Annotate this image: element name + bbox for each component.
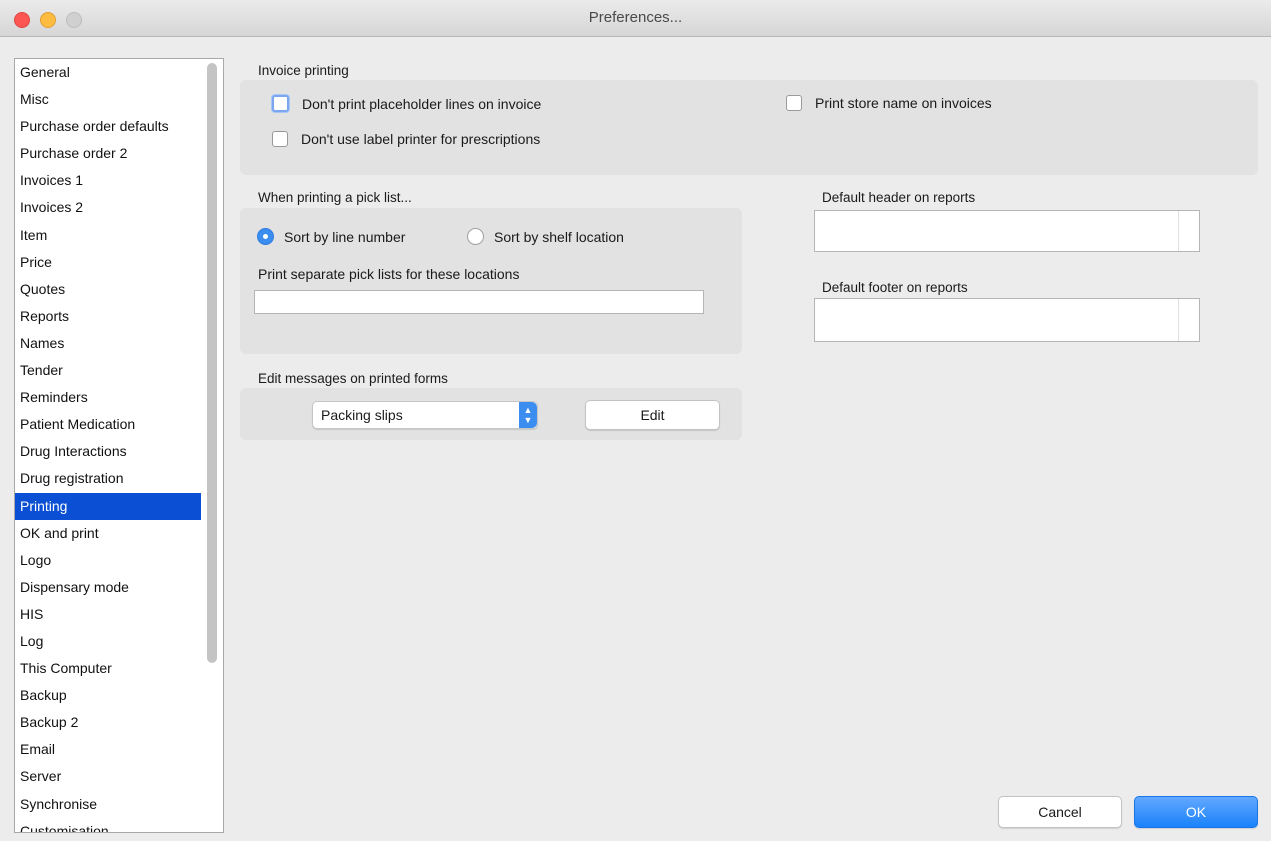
- sidebar-item-this-computer[interactable]: This Computer: [15, 655, 223, 682]
- radio-unselected-icon: [467, 228, 484, 245]
- sidebar-item-reminders[interactable]: Reminders: [15, 384, 223, 411]
- no-label-printer-label: Don't use label printer for prescription…: [301, 131, 541, 147]
- no-placeholder-lines-label: Don't print placeholder lines on invoice: [302, 95, 542, 112]
- sidebar-item-drug-interactions[interactable]: Drug Interactions: [15, 438, 223, 465]
- default-header-textarea[interactable]: [814, 210, 1200, 252]
- ok-button[interactable]: OK: [1134, 796, 1258, 828]
- sidebar-item-reports[interactable]: Reports: [15, 303, 223, 330]
- sort-by-line-radio[interactable]: Sort by line number: [257, 228, 405, 245]
- checkbox-icon: [272, 131, 288, 147]
- sidebar-item-customisation[interactable]: Customisation: [15, 818, 223, 832]
- stepper-arrows-icon: ▲ ▼: [519, 402, 537, 428]
- printed-form-value: Packing slips: [321, 407, 403, 423]
- category-items: General Misc Purchase order defaults Purcha…: [15, 59, 223, 832]
- print-store-name-label: Print store name on invoices: [815, 95, 992, 111]
- sidebar-item-email[interactable]: Email: [15, 736, 223, 763]
- sidebar-item-his[interactable]: HIS: [15, 601, 223, 628]
- sort-by-shelf-radio[interactable]: Sort by shelf location: [467, 228, 624, 245]
- sidebar-item-general[interactable]: General: [15, 59, 223, 86]
- edit-messages-button[interactable]: Edit: [585, 400, 720, 430]
- sidebar-item-printing[interactable]: Printing: [15, 492, 201, 520]
- print-store-name-checkbox[interactable]: Print store name on invoices: [786, 95, 992, 111]
- default-header-label: Default header on reports: [822, 190, 976, 205]
- sidebar-item-invoices-1[interactable]: Invoices 1: [15, 167, 223, 194]
- checkbox-icon: [786, 95, 802, 111]
- sidebar-item-item[interactable]: Item: [15, 222, 223, 249]
- sidebar-item-invoices-2[interactable]: Invoices 2: [15, 194, 223, 221]
- sidebar-item-server[interactable]: Server: [15, 763, 223, 790]
- textarea-scrollbar[interactable]: [1178, 211, 1199, 251]
- sidebar-item-purchase-order-2[interactable]: Purchase order 2: [15, 140, 223, 167]
- sidebar-item-logo[interactable]: Logo: [15, 547, 223, 574]
- printed-form-select[interactable]: Packing slips ▲ ▼: [312, 401, 538, 429]
- radio-selected-icon: [257, 228, 274, 245]
- edit-messages-label: Edit messages on printed forms: [258, 371, 448, 386]
- no-placeholder-lines-checkbox[interactable]: Don't print placeholder lines on invoice: [272, 95, 541, 112]
- sidebar-item-purchase-order-defaults[interactable]: Purchase order defaults: [15, 113, 223, 140]
- pick-list-label: When printing a pick list...: [258, 190, 412, 205]
- sidebar-item-backup-2[interactable]: Backup 2: [15, 709, 223, 736]
- title-bar: Preferences...: [0, 0, 1271, 37]
- sidebar-scrollbar[interactable]: [207, 63, 217, 663]
- no-label-printer-checkbox[interactable]: Don't use label printer for prescription…: [272, 131, 540, 147]
- sidebar-item-patient-medication[interactable]: Patient Medication: [15, 411, 223, 438]
- cancel-button[interactable]: Cancel: [998, 796, 1122, 828]
- sort-by-line-label: Sort by line number: [284, 228, 406, 245]
- invoice-printing-label: Invoice printing: [258, 63, 349, 78]
- textarea-scrollbar[interactable]: [1178, 299, 1199, 341]
- window-title: Preferences...: [588, 9, 683, 26]
- sidebar-item-log[interactable]: Log: [15, 628, 223, 655]
- sidebar-item-drug-registration[interactable]: Drug registration: [15, 465, 223, 492]
- sidebar-item-misc[interactable]: Misc: [15, 86, 223, 113]
- sidebar-item-ok-and-print[interactable]: OK and print: [15, 520, 223, 547]
- checkbox-icon: [272, 95, 289, 112]
- sidebar-item-names[interactable]: Names: [15, 330, 223, 357]
- sidebar-item-backup[interactable]: Backup: [15, 682, 223, 709]
- default-footer-textarea[interactable]: [814, 298, 1200, 342]
- default-footer-label: Default footer on reports: [822, 280, 968, 295]
- sidebar-item-dispensary-mode[interactable]: Dispensary mode: [15, 574, 223, 601]
- sort-by-shelf-label: Sort by shelf location: [494, 228, 624, 245]
- sidebar-item-quotes[interactable]: Quotes: [15, 276, 223, 303]
- sidebar-item-price[interactable]: Price: [15, 249, 223, 276]
- separate-locations-input[interactable]: [254, 290, 704, 314]
- sidebar-item-synchronise[interactable]: Synchronise: [15, 791, 223, 818]
- preferences-category-list[interactable]: General Misc Purchase order defaults Purcha…: [14, 58, 224, 833]
- separate-pick-lists-label: Print separate pick lists for these loca…: [258, 266, 520, 282]
- sidebar-item-tender[interactable]: Tender: [15, 357, 223, 384]
